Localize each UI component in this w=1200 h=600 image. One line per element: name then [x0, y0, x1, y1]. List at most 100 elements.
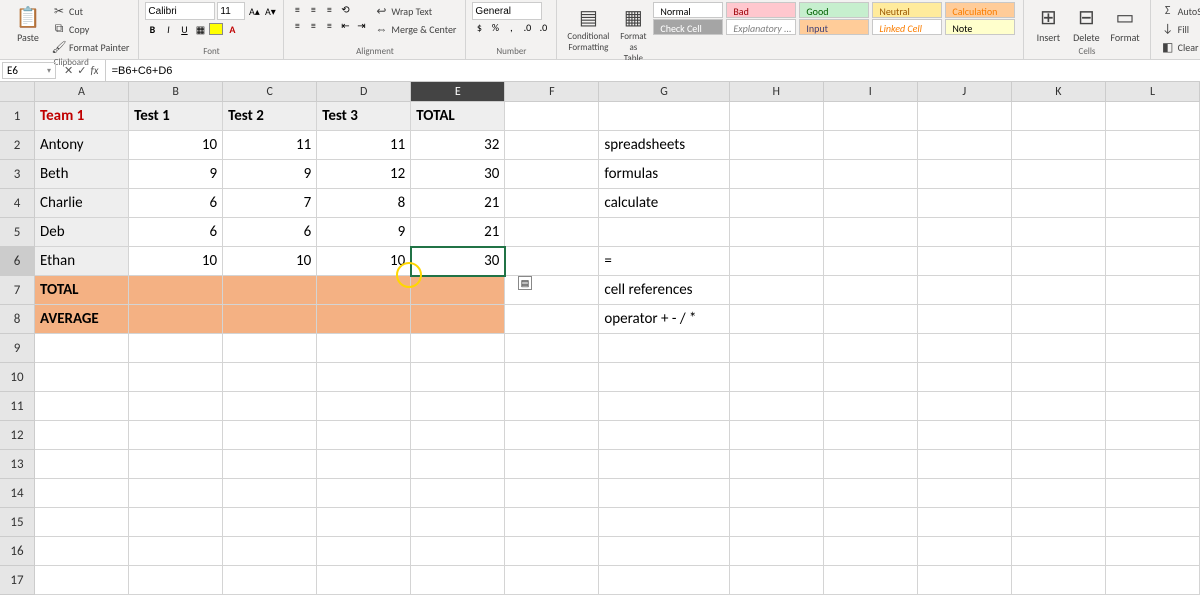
cell-F13[interactable]	[505, 450, 599, 479]
cell-B14[interactable]	[129, 479, 223, 508]
cell-G8[interactable]: operator + - / *	[599, 305, 729, 334]
name-box[interactable]: E6 ▾	[2, 62, 56, 79]
cell-I4[interactable]	[824, 189, 918, 218]
cell-C5[interactable]: 6	[223, 218, 317, 247]
cell-B13[interactable]	[129, 450, 223, 479]
clear-button[interactable]: ◧Clear	[1157, 38, 1200, 56]
row-header-2[interactable]: 2	[0, 131, 35, 160]
align-center-icon[interactable]: ≡	[306, 18, 320, 32]
orientation-icon[interactable]: ⟲	[338, 2, 352, 16]
fill-button[interactable]: ↓Fill	[1157, 20, 1200, 38]
cell-D17[interactable]	[317, 566, 411, 595]
cell-E1[interactable]: TOTAL	[411, 102, 505, 131]
currency-icon[interactable]: $	[472, 20, 486, 34]
cell-L2[interactable]	[1106, 131, 1200, 160]
cell-K11[interactable]	[1012, 392, 1106, 421]
cell-J12[interactable]	[918, 421, 1012, 450]
cell-H12[interactable]	[730, 421, 824, 450]
fill-color-button[interactable]	[209, 23, 223, 35]
cell-L12[interactable]	[1106, 421, 1200, 450]
align-middle-icon[interactable]: ≡	[306, 2, 320, 16]
cell-J4[interactable]	[918, 189, 1012, 218]
cell-E7[interactable]	[411, 276, 505, 305]
cell-D11[interactable]	[317, 392, 411, 421]
cell-C13[interactable]	[223, 450, 317, 479]
decrease-decimal-icon[interactable]: .0	[536, 20, 550, 34]
cell-A10[interactable]	[35, 363, 129, 392]
cell-A7[interactable]: TOTAL	[35, 276, 129, 305]
cell-J3[interactable]	[918, 160, 1012, 189]
cell-G15[interactable]	[599, 508, 729, 537]
column-header-K[interactable]: K	[1012, 82, 1106, 102]
cell-D7[interactable]	[317, 276, 411, 305]
cell-J17[interactable]	[918, 566, 1012, 595]
cell-C16[interactable]	[223, 537, 317, 566]
insert-button[interactable]: ⊞Insert	[1030, 2, 1066, 45]
cell-F12[interactable]	[505, 421, 599, 450]
cell-H8[interactable]	[730, 305, 824, 334]
cell-E13[interactable]	[411, 450, 505, 479]
cell-B4[interactable]: 6	[129, 189, 223, 218]
row-header-7[interactable]: 7	[0, 276, 35, 305]
number-format-select[interactable]	[472, 2, 542, 20]
cell-B15[interactable]	[129, 508, 223, 537]
cell-K3[interactable]	[1012, 160, 1106, 189]
cell-G12[interactable]	[599, 421, 729, 450]
cell-K2[interactable]	[1012, 131, 1106, 160]
formula-input[interactable]	[106, 60, 1200, 81]
merge-center-button[interactable]: ⇔Merge & Center	[370, 20, 459, 38]
cell-G17[interactable]	[599, 566, 729, 595]
cell-D4[interactable]: 8	[317, 189, 411, 218]
cell-H15[interactable]	[730, 508, 824, 537]
cell-F11[interactable]	[505, 392, 599, 421]
row-header-13[interactable]: 13	[0, 450, 35, 479]
cell-G6[interactable]: =	[599, 247, 729, 276]
cell-C14[interactable]	[223, 479, 317, 508]
cell-F4[interactable]	[505, 189, 599, 218]
cell-G13[interactable]	[599, 450, 729, 479]
column-header-L[interactable]: L	[1106, 82, 1200, 102]
cell-H10[interactable]	[730, 363, 824, 392]
cell-L11[interactable]	[1106, 392, 1200, 421]
cell-G11[interactable]	[599, 392, 729, 421]
cell-I6[interactable]	[824, 247, 918, 276]
cell-B16[interactable]	[129, 537, 223, 566]
percent-icon[interactable]: %	[488, 20, 502, 34]
cell-E9[interactable]	[411, 334, 505, 363]
cell-D13[interactable]	[317, 450, 411, 479]
row-header-4[interactable]: 4	[0, 189, 35, 218]
cell-L9[interactable]	[1106, 334, 1200, 363]
row-header-1[interactable]: 1	[0, 102, 35, 131]
cell-I15[interactable]	[824, 508, 918, 537]
cell-B1[interactable]: Test 1	[129, 102, 223, 131]
cell-B6[interactable]: 10	[129, 247, 223, 276]
cell-L10[interactable]	[1106, 363, 1200, 392]
cell-J8[interactable]	[918, 305, 1012, 334]
cell-A8[interactable]: AVERAGE	[35, 305, 129, 334]
cell-K16[interactable]	[1012, 537, 1106, 566]
cell-K14[interactable]	[1012, 479, 1106, 508]
cell-D8[interactable]	[317, 305, 411, 334]
cell-J6[interactable]	[918, 247, 1012, 276]
cell-I7[interactable]	[824, 276, 918, 305]
cell-J14[interactable]	[918, 479, 1012, 508]
cell-H5[interactable]	[730, 218, 824, 247]
cell-J1[interactable]	[918, 102, 1012, 131]
cell-C7[interactable]	[223, 276, 317, 305]
cell-C8[interactable]	[223, 305, 317, 334]
row-header-8[interactable]: 8	[0, 305, 35, 334]
cell-F1[interactable]	[505, 102, 599, 131]
cell-E11[interactable]	[411, 392, 505, 421]
cell-I16[interactable]	[824, 537, 918, 566]
increase-font-icon[interactable]: A▴	[247, 4, 261, 18]
cell-I13[interactable]	[824, 450, 918, 479]
cell-J9[interactable]	[918, 334, 1012, 363]
autofill-options-button[interactable]: ▤	[518, 276, 532, 290]
cell-H9[interactable]	[730, 334, 824, 363]
style-cell-normal[interactable]: Normal	[653, 2, 723, 18]
cell-L14[interactable]	[1106, 479, 1200, 508]
underline-button[interactable]: U	[177, 22, 191, 36]
cell-E4[interactable]: 21	[411, 189, 505, 218]
cell-J15[interactable]	[918, 508, 1012, 537]
cell-I5[interactable]	[824, 218, 918, 247]
